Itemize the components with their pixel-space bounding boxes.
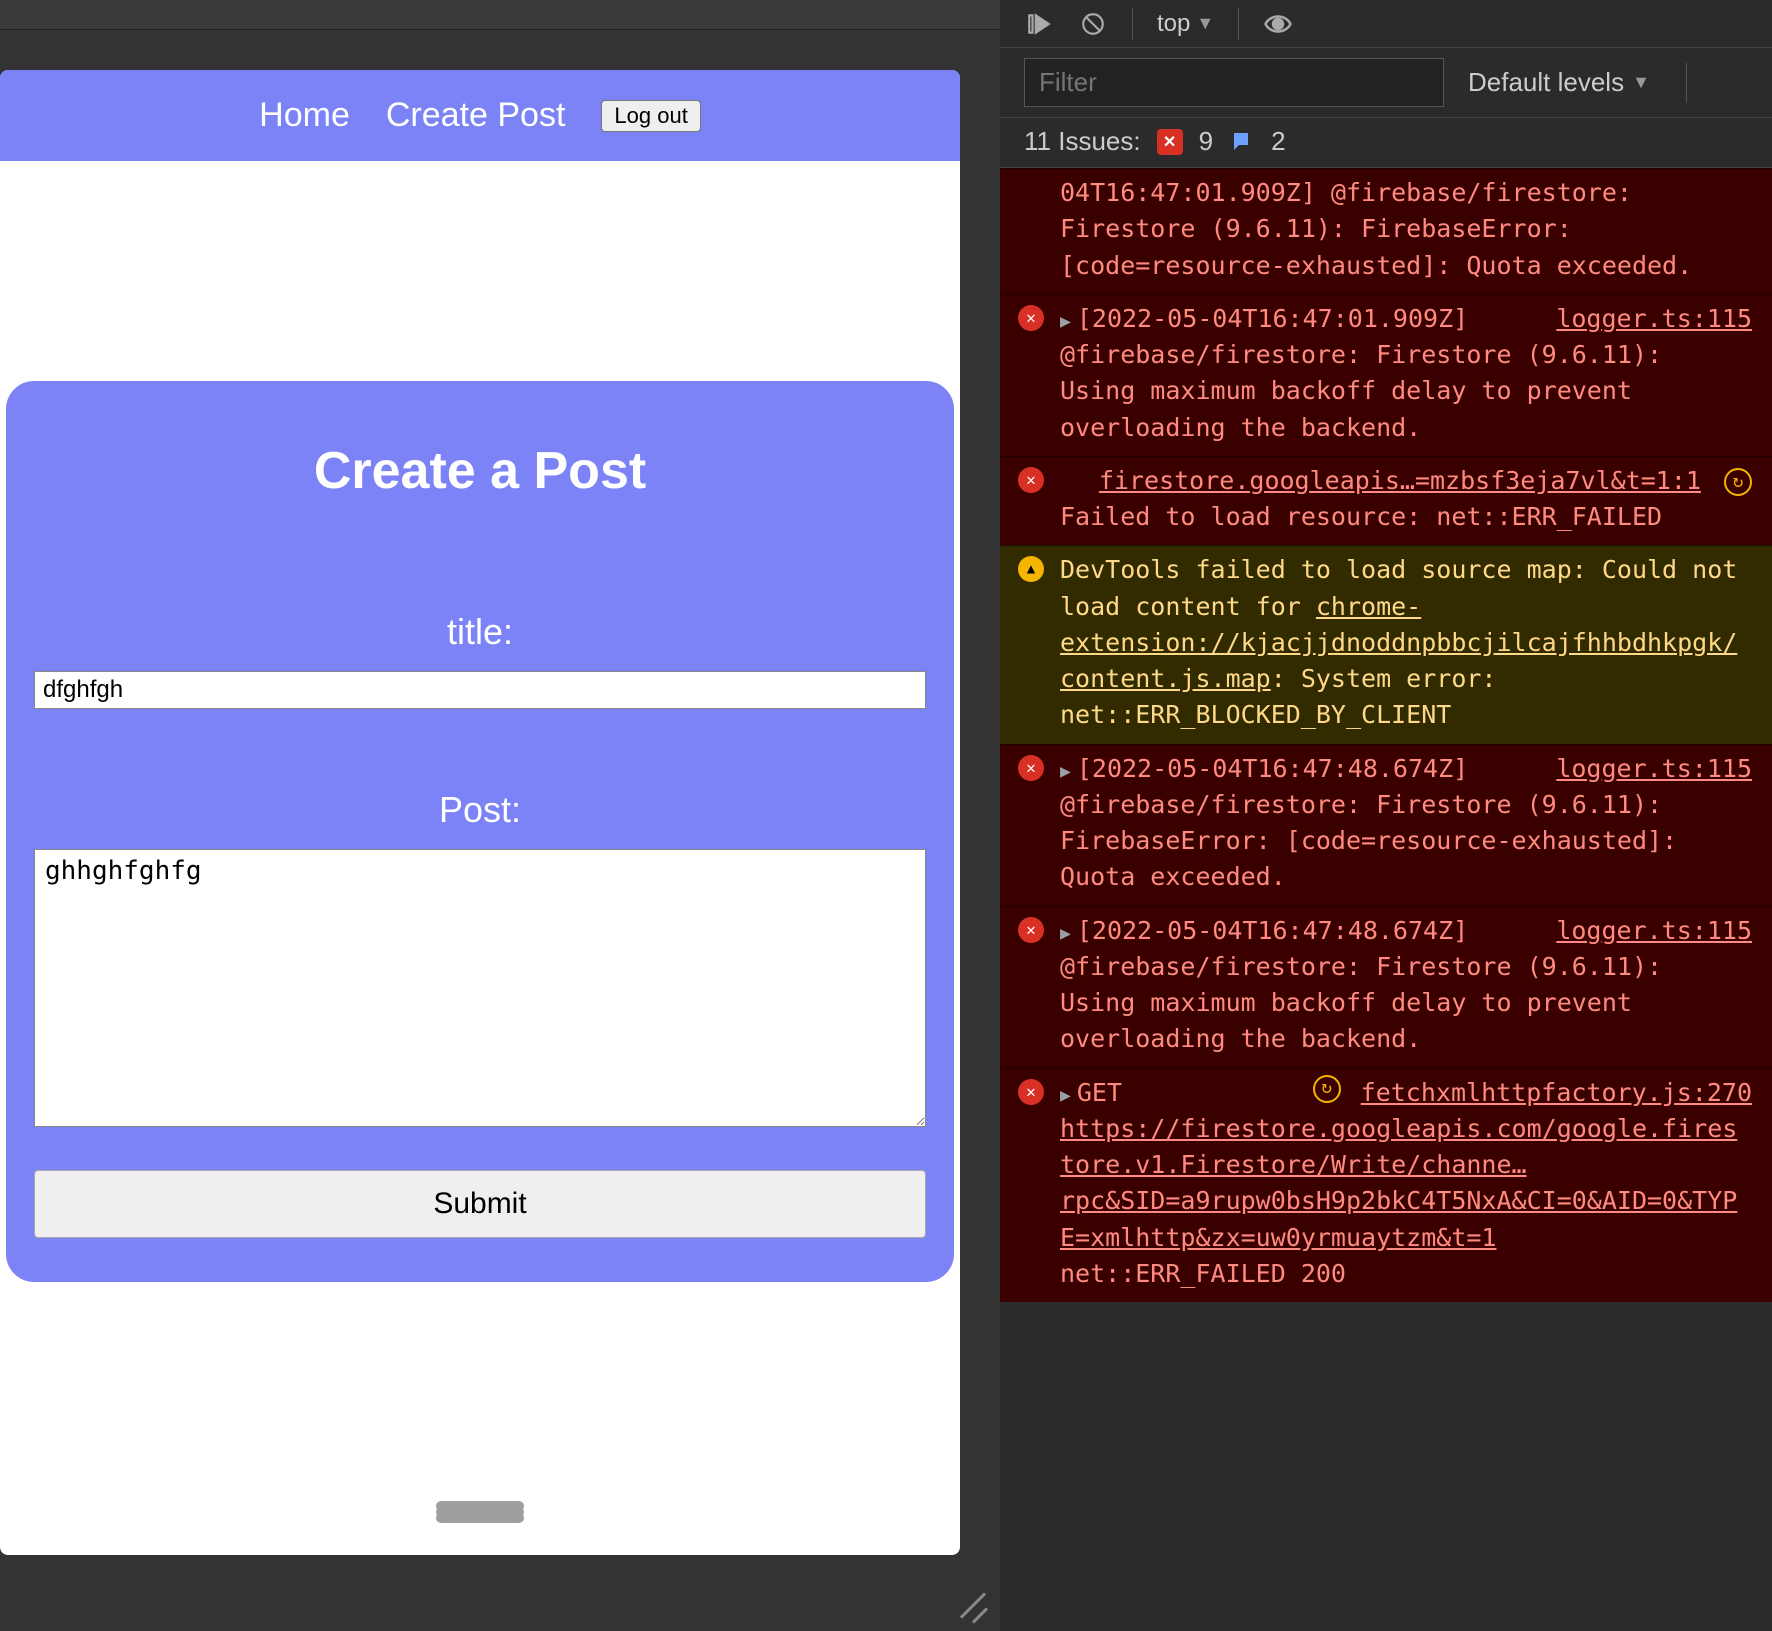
- app-navbar: Home Create Post Log out: [0, 70, 960, 161]
- source-link[interactable]: firestore.googleapis…=mzbsf3eja7vl&t=1:1: [1099, 466, 1701, 495]
- reload-icon[interactable]: [1724, 468, 1752, 496]
- context-label: top: [1157, 10, 1190, 38]
- post-textarea[interactable]: ghhghfghfg: [34, 849, 926, 1127]
- console-error-row[interactable]: fetchxmlhttpfactory.js:270 ▶GET https://…: [1000, 1068, 1772, 1303]
- source-link[interactable]: logger.ts:115: [1556, 913, 1752, 949]
- log-levels-label: Default levels: [1468, 67, 1624, 98]
- console-error-row[interactable]: 04T16:47:01.909Z] @firebase/firestore: F…: [1000, 168, 1772, 294]
- devtools-pane: top ▼ Default levels ▼ 11 Issues: 9 2 04…: [1000, 0, 1772, 1631]
- info-badge-icon: [1229, 129, 1255, 155]
- nav-home[interactable]: Home: [259, 96, 350, 135]
- submit-button[interactable]: Submit: [34, 1170, 926, 1238]
- error-count: 9: [1199, 126, 1213, 157]
- card-heading: Create a Post: [34, 441, 926, 501]
- log-levels-selector[interactable]: Default levels ▼: [1468, 67, 1650, 98]
- error-badge-icon: [1157, 129, 1183, 155]
- console-error-row[interactable]: logger.ts:115 ▶[2022-05-04T16:47:48.674Z…: [1000, 744, 1772, 906]
- devtools-toolbar: top ▼: [1000, 0, 1772, 48]
- device-preview-pane: Home Create Post Log out Create a Post t…: [0, 0, 1000, 1631]
- console-error-row[interactable]: firestore.googleapis…=mzbsf3eja7vl&t=1:1…: [1000, 456, 1772, 546]
- error-icon: [1018, 1079, 1044, 1105]
- console-filter-input[interactable]: [1024, 58, 1444, 107]
- disclosure-triangle-icon[interactable]: ▶: [1060, 759, 1071, 785]
- toolbar-separator: [1238, 8, 1239, 40]
- console-warning-row[interactable]: DevTools failed to load source map: Coul…: [1000, 545, 1772, 743]
- console-message-text-post: net::ERR_FAILED 200: [1060, 1256, 1752, 1292]
- warning-icon: [1018, 556, 1044, 582]
- source-link[interactable]: logger.ts:115: [1556, 301, 1752, 337]
- disclosure-triangle-icon[interactable]: ▶: [1060, 309, 1071, 335]
- issues-bar[interactable]: 11 Issues: 9 2: [1000, 118, 1772, 168]
- chevron-down-icon: ▼: [1196, 13, 1214, 34]
- clear-console-icon[interactable]: [1078, 9, 1108, 39]
- context-selector[interactable]: top ▼: [1157, 10, 1214, 38]
- nav-create-post[interactable]: Create Post: [386, 96, 566, 135]
- play-step-icon[interactable]: [1024, 9, 1054, 39]
- error-icon: [1018, 305, 1044, 331]
- separator: [1686, 63, 1687, 103]
- top-grey-bar: [0, 0, 1000, 30]
- device-handle-icon: [436, 1501, 524, 1511]
- console-messages[interactable]: 04T16:47:01.909Z] @firebase/firestore: F…: [1000, 168, 1772, 1631]
- resize-handle-icon[interactable]: [950, 1581, 990, 1621]
- error-icon: [1018, 917, 1044, 943]
- console-error-row[interactable]: logger.ts:115 ▶[2022-05-04T16:47:01.909Z…: [1000, 294, 1772, 456]
- content-area: Create a Post title: Post: ghhghfghfg Su…: [0, 161, 960, 1546]
- console-message-text: Failed to load resource: net::ERR_FAILED: [1060, 502, 1662, 531]
- reload-icon[interactable]: [1313, 1075, 1341, 1103]
- http-method: GET: [1077, 1078, 1122, 1107]
- disclosure-triangle-icon[interactable]: ▶: [1060, 1083, 1071, 1109]
- title-label: title:: [34, 611, 926, 653]
- request-url-link[interactable]: https://firestore.googleapis.com/google.…: [1060, 1114, 1737, 1252]
- info-count: 2: [1271, 126, 1285, 157]
- post-label: Post:: [34, 789, 926, 831]
- source-link[interactable]: fetchxmlhttpfactory.js:270: [1361, 1075, 1752, 1111]
- live-expression-icon[interactable]: [1263, 9, 1293, 39]
- chevron-down-icon: ▼: [1632, 72, 1650, 93]
- source-link[interactable]: logger.ts:115: [1556, 751, 1752, 787]
- logout-button[interactable]: Log out: [601, 100, 700, 132]
- disclosure-triangle-icon[interactable]: ▶: [1060, 921, 1071, 947]
- console-message-text: 04T16:47:01.909Z] @firebase/firestore: F…: [1060, 178, 1692, 280]
- error-icon: [1018, 755, 1044, 781]
- issues-label: 11 Issues:: [1024, 126, 1141, 157]
- devtools-filter-bar: Default levels ▼: [1000, 48, 1772, 118]
- error-icon: [1018, 467, 1044, 493]
- toolbar-separator: [1132, 8, 1133, 40]
- create-post-card: Create a Post title: Post: ghhghfghfg Su…: [6, 381, 954, 1282]
- console-error-row[interactable]: logger.ts:115 ▶[2022-05-04T16:47:48.674Z…: [1000, 906, 1772, 1068]
- device-frame: Home Create Post Log out Create a Post t…: [0, 70, 960, 1555]
- title-input[interactable]: [34, 671, 926, 709]
